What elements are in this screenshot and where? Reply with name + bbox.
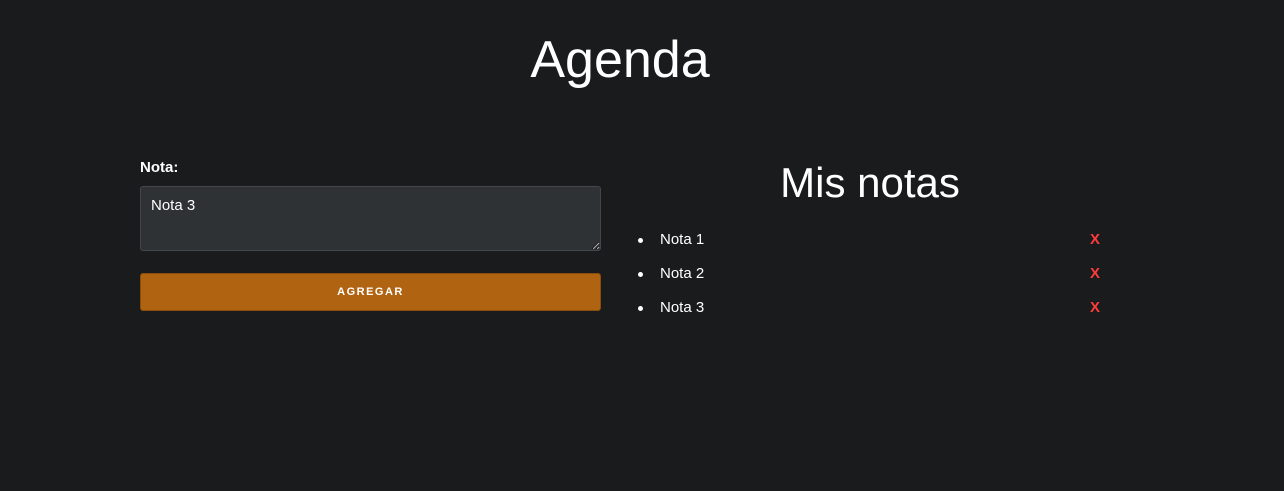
note-text: Nota 1 bbox=[660, 231, 705, 248]
note-form: Nota: Nota 3 AGREGAR bbox=[140, 158, 601, 311]
list-item: Nota 1 X bbox=[620, 223, 1120, 257]
note-text: Nota 2 bbox=[660, 265, 705, 282]
bullet-icon bbox=[638, 272, 643, 277]
list-item: Nota 3 X bbox=[620, 291, 1120, 325]
page-title: Agenda bbox=[530, 31, 710, 89]
note-text: Nota 3 bbox=[660, 299, 705, 316]
bullet-icon bbox=[638, 238, 643, 243]
delete-note-button[interactable]: X bbox=[1090, 291, 1100, 325]
notes-title: Mis notas bbox=[780, 159, 960, 206]
note-textarea[interactable]: Nota 3 bbox=[140, 186, 601, 251]
notes-panel: Mis notas Nota 1 X Nota 2 X Nota 3 X bbox=[620, 158, 1120, 325]
delete-note-button[interactable]: X bbox=[1090, 257, 1100, 291]
bullet-icon bbox=[638, 306, 643, 311]
list-item: Nota 2 X bbox=[620, 257, 1120, 291]
note-label: Nota: bbox=[140, 159, 179, 176]
add-button[interactable]: AGREGAR bbox=[140, 273, 601, 311]
notes-list: Nota 1 X Nota 2 X Nota 3 X bbox=[620, 223, 1120, 325]
delete-note-button[interactable]: X bbox=[1090, 223, 1100, 257]
page: Agenda Nota: Nota 3 AGREGAR Mis notas No… bbox=[0, 0, 1284, 491]
